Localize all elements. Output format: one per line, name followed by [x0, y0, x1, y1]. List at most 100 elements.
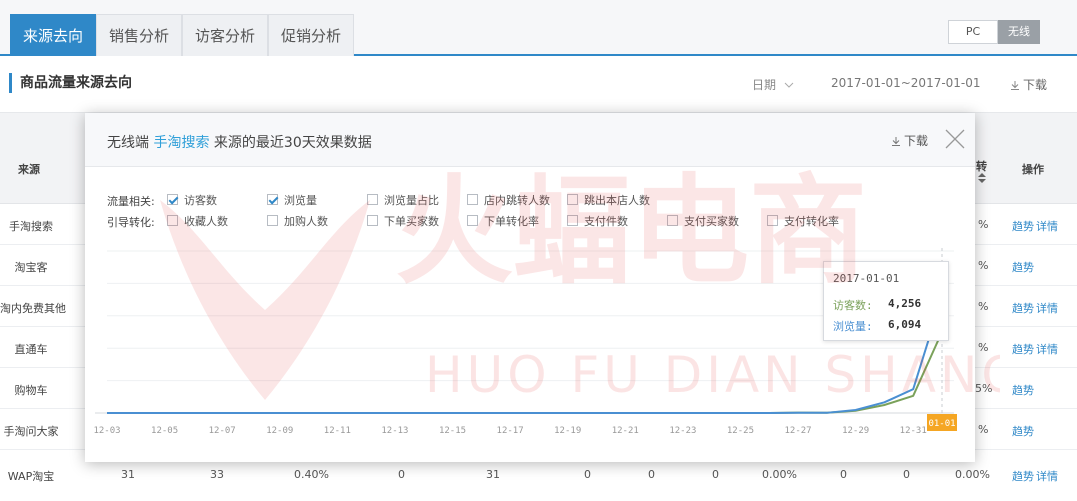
- metric-pay-conversion-checkbox[interactable]: 支付转化率: [767, 215, 839, 229]
- x-tick-label: 01-01: [928, 419, 955, 429]
- series-line-1: [107, 296, 943, 414]
- x-tick-label: 12-03: [93, 426, 120, 436]
- detail-link[interactable]: 详情: [1036, 218, 1058, 234]
- detail-link[interactable]: 详情: [1036, 341, 1058, 357]
- date-label: 日期: [752, 78, 777, 92]
- checkbox-box: [267, 215, 278, 226]
- x-tick-label: 12-17: [497, 426, 524, 436]
- download-icon: [892, 137, 900, 146]
- metric-order-buyers-checkbox[interactable]: 下单买家数: [367, 215, 439, 229]
- modal-header: 无线端 手淘搜索 来源的最近30天效果数据 下载: [85, 113, 975, 167]
- x-tick-label: 12-05: [151, 426, 178, 436]
- trend-link[interactable]: 趋势: [1012, 382, 1034, 398]
- trend-link[interactable]: 趋势: [1012, 300, 1034, 316]
- trend-link[interactable]: 趋势: [1012, 468, 1034, 484]
- download-icon: [1011, 81, 1019, 90]
- metric-label: 下单转化率: [484, 215, 539, 228]
- row-source: 直通车: [14, 343, 48, 356]
- detail-link[interactable]: 详情: [1036, 300, 1058, 316]
- row-source: 手淘搜索: [9, 220, 53, 233]
- column-operation: 操作: [1022, 163, 1044, 176]
- wireless-switch-button[interactable]: 无线: [998, 20, 1040, 44]
- row-source: WAP淘宝: [7, 470, 55, 483]
- row-cell: 0: [584, 468, 591, 481]
- date-range: 2017-01-01~2017-01-01: [831, 76, 981, 90]
- trend-modal: 无线端 手淘搜索 来源的最近30天效果数据 下载 流量相关: 访客数 浏览量 浏…: [85, 113, 975, 462]
- tab-visitor-analysis[interactable]: 访客分析: [182, 14, 268, 56]
- metric-add-cart-checkbox[interactable]: 加购人数: [267, 215, 328, 229]
- metric-label: 收藏人数: [184, 215, 228, 228]
- row-source: 手淘问大家: [3, 425, 59, 438]
- section-title: 商品流量来源去向: [9, 73, 132, 93]
- row-source: 淘内免费其他: [0, 302, 66, 315]
- chevron-down-icon: [784, 82, 794, 88]
- column-partial: 转: [976, 160, 987, 173]
- checkbox-box: [467, 215, 478, 226]
- metric-bounce-checkbox[interactable]: 跳出本店人数: [567, 194, 650, 208]
- trend-link[interactable]: 趋势: [1012, 218, 1034, 234]
- checkbox-box: [767, 215, 778, 226]
- modal-title-suffix: 来源的最近30天效果数据: [213, 135, 372, 151]
- metric-label: 支付件数: [584, 215, 628, 228]
- checkbox-box: [567, 215, 578, 226]
- x-tick-label: 12-27: [784, 426, 811, 436]
- trend-link[interactable]: 趋势: [1012, 341, 1034, 357]
- tooltip-date: 2017-01-01: [833, 272, 900, 285]
- metric-label: 支付买家数: [684, 215, 739, 228]
- trend-link[interactable]: 趋势: [1012, 423, 1034, 439]
- tooltip-pageviews-label: 浏览量:: [833, 320, 873, 333]
- metric-pageview-share-checkbox[interactable]: 浏览量占比: [367, 194, 439, 208]
- section-download-button[interactable]: 下载: [1010, 76, 1047, 93]
- row-cell: 0.00%: [955, 468, 990, 481]
- row-cell: 0.00%: [762, 468, 797, 481]
- tab-sales-analysis[interactable]: 销售分析: [96, 14, 182, 56]
- row-cell: 31: [121, 468, 135, 481]
- modal-title-source: 手淘搜索: [153, 135, 210, 151]
- section-download-label: 下载: [1023, 78, 1048, 92]
- checkbox-box: [167, 215, 178, 226]
- trend-link[interactable]: 趋势: [1012, 259, 1034, 275]
- metric-label: 浏览量占比: [384, 194, 439, 207]
- row-cell: 33: [210, 468, 224, 481]
- row-cell: 0: [903, 468, 910, 481]
- row-source: 淘宝客: [14, 261, 48, 274]
- row-tail-value: %: [978, 218, 989, 231]
- row-tail-value: %: [978, 259, 989, 272]
- x-tick-label: 12-25: [727, 426, 754, 436]
- tooltip-visitors-value: 4,256: [888, 297, 922, 310]
- metric-label: 浏览量: [284, 194, 317, 207]
- row-source: 购物车: [14, 384, 48, 397]
- metric-favorites-checkbox[interactable]: 收藏人数: [167, 215, 228, 229]
- pc-switch-button[interactable]: PC: [948, 20, 998, 44]
- metric-paid-buyers-checkbox[interactable]: 支付买家数: [667, 215, 739, 229]
- traffic-group-label: 流量相关:: [107, 195, 155, 208]
- row-tail-value: %: [978, 423, 989, 436]
- conversion-group-label: 引导转化:: [107, 216, 155, 229]
- metric-label: 加购人数: [284, 215, 328, 228]
- detail-link[interactable]: 详情: [1036, 468, 1058, 484]
- close-icon[interactable]: [941, 125, 969, 153]
- sort-icon[interactable]: [978, 173, 986, 183]
- modal-download-button[interactable]: 下载: [891, 132, 928, 149]
- checkbox-box: [567, 194, 578, 205]
- metric-pageviews-checkbox[interactable]: 浏览量: [267, 194, 317, 208]
- row-cell: 0.40%: [294, 468, 329, 481]
- metric-paid-items-checkbox[interactable]: 支付件数: [567, 215, 628, 229]
- x-tick-label: 12-21: [612, 426, 639, 436]
- column-source: 来源: [18, 163, 40, 176]
- row-cell: 0: [712, 468, 719, 481]
- series-line-0: [107, 331, 943, 414]
- metric-in-store-jump-checkbox[interactable]: 店内跳转人数: [467, 194, 550, 208]
- metric-order-conversion-checkbox[interactable]: 下单转化率: [467, 215, 539, 229]
- tab-source-destination[interactable]: 来源去向: [10, 14, 96, 56]
- tab-promotion-analysis[interactable]: 促销分析: [268, 14, 354, 56]
- metric-label: 支付转化率: [784, 215, 839, 228]
- row-tail-value: %: [978, 341, 989, 354]
- metric-visitors-checkbox[interactable]: 访客数: [167, 194, 217, 208]
- row-tail-value: 5%: [975, 382, 993, 395]
- checkbox-box: [467, 194, 478, 205]
- x-tick-label: 12-15: [439, 426, 466, 436]
- metric-label: 下单买家数: [384, 215, 439, 228]
- row-cell: 0: [648, 468, 655, 481]
- date-dropdown[interactable]: 日期: [752, 76, 794, 93]
